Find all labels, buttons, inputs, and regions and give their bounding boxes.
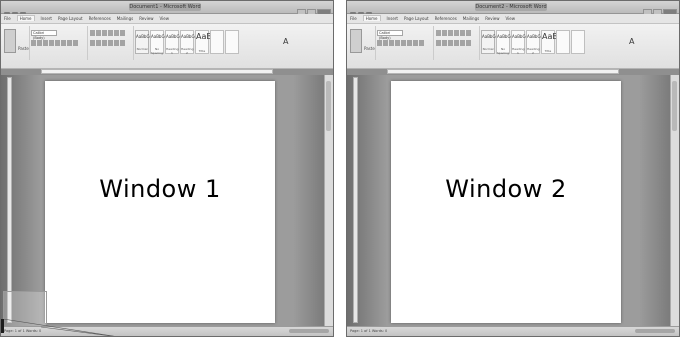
- word-window-2[interactable]: Document2 - Microsoft Word File Home Inser…: [346, 0, 680, 337]
- paste-label: Paste: [18, 46, 29, 51]
- tab-references[interactable]: References: [435, 16, 457, 21]
- window-label: Window 2: [445, 175, 567, 203]
- style-normal[interactable]: AaBbCcDc Normal: [135, 30, 157, 54]
- change-styles-button[interactable]: A: [629, 29, 639, 55]
- word-window-1[interactable]: Document1 - Microsoft Word File Home Inser…: [0, 0, 334, 337]
- style-no-spacing[interactable]: AaBbCcDc No Spacing: [150, 30, 172, 55]
- window-controls: [296, 2, 331, 17]
- tab-view[interactable]: View: [505, 16, 515, 21]
- title-bar[interactable]: Document2 - Microsoft Word: [347, 1, 679, 18]
- font-format-buttons[interactable]: [377, 40, 424, 47]
- ribbon: Paste Calibri (Body) AaBbCcDc Normal AaBb…: [347, 24, 679, 69]
- style-heading-2[interactable]: AaBbCc Heading 2: [180, 30, 196, 55]
- tab-file[interactable]: File: [4, 16, 11, 21]
- tab-references[interactable]: References: [89, 16, 111, 21]
- callout-pointer: [1, 319, 115, 336]
- style-heading-2[interactable]: AaBbCc Heading 2: [526, 30, 542, 55]
- paragraph-group: [87, 26, 134, 60]
- paste-label: Paste: [364, 46, 375, 51]
- paragraph-group: [433, 26, 480, 60]
- window-label: Window 1: [99, 175, 221, 203]
- status-bar: Page: 1 of 1 Words: 0: [347, 326, 679, 336]
- paste-button[interactable]: [4, 29, 16, 53]
- list-buttons[interactable]: [90, 30, 125, 37]
- ribbon-tabs: File Home Insert Page Layout References Maili…: [1, 14, 333, 24]
- status-text: Page: 1 of 1 Words: 0: [350, 329, 388, 333]
- ribbon: Paste Calibri (Body) AaBbCcDc Normal AaBb…: [1, 24, 333, 69]
- window-controls: [642, 2, 677, 17]
- tab-view[interactable]: View: [159, 16, 169, 21]
- ribbon-tabs: File Home Insert Page Layout References Maili…: [347, 14, 679, 24]
- document-area: Window 1: [1, 75, 333, 327]
- document-area: Window 2: [347, 75, 679, 327]
- change-styles-button[interactable]: A: [283, 29, 293, 55]
- vertical-scrollbar[interactable]: [670, 75, 679, 327]
- window-title: Document1 - Microsoft Word: [129, 3, 201, 11]
- styles-group: AaBbCcDc Normal AaBbCcDc No Spacing AaBbCc…: [479, 26, 655, 60]
- horizontal-ruler[interactable]: [41, 69, 273, 74]
- vertical-ruler[interactable]: [353, 77, 358, 323]
- quick-access-toolbar[interactable]: [4, 3, 44, 18]
- tab-page-layout[interactable]: Page Layout: [58, 16, 83, 21]
- tab-insert[interactable]: Insert: [387, 16, 398, 21]
- tab-mailings[interactable]: Mailings: [117, 16, 133, 21]
- style-more-2[interactable]: [571, 30, 585, 54]
- align-buttons[interactable]: [436, 40, 471, 47]
- zoom-slider[interactable]: [289, 329, 329, 333]
- clipboard-group: Paste: [347, 26, 376, 60]
- style-heading-1[interactable]: AaBbCc Heading 1: [165, 30, 181, 55]
- tab-review[interactable]: Review: [485, 16, 499, 21]
- tab-page-layout[interactable]: Page Layout: [404, 16, 429, 21]
- document-page[interactable]: Window 1: [45, 81, 275, 323]
- font-group: Calibri (Body): [375, 26, 434, 60]
- scrollbar-thumb[interactable]: [672, 81, 677, 131]
- tab-review[interactable]: Review: [139, 16, 153, 21]
- title-bar[interactable]: Document1 - Microsoft Word: [1, 1, 333, 18]
- style-heading-1[interactable]: AaBbCc Heading 1: [511, 30, 527, 55]
- list-buttons[interactable]: [436, 30, 471, 37]
- tab-mailings[interactable]: Mailings: [463, 16, 479, 21]
- zoom-slider[interactable]: [635, 329, 675, 333]
- font-format-buttons[interactable]: [31, 40, 78, 47]
- quick-access-toolbar[interactable]: [350, 3, 390, 18]
- style-title[interactable]: AaB Title: [541, 30, 558, 54]
- paste-button[interactable]: [350, 29, 362, 53]
- style-more-1[interactable]: [556, 30, 570, 54]
- tab-home[interactable]: Home: [362, 15, 381, 21]
- tab-file[interactable]: File: [350, 16, 357, 21]
- style-normal[interactable]: AaBbCcDc Normal: [481, 30, 503, 54]
- vertical-ruler[interactable]: [7, 77, 12, 323]
- window-title: Document2 - Microsoft Word: [475, 3, 547, 11]
- align-buttons[interactable]: [90, 40, 125, 47]
- horizontal-ruler[interactable]: [387, 69, 619, 74]
- style-no-spacing[interactable]: AaBbCcDc No Spacing: [496, 30, 518, 55]
- vertical-scrollbar[interactable]: [324, 75, 333, 327]
- style-title[interactable]: AaB Title: [195, 30, 212, 54]
- scrollbar-thumb[interactable]: [326, 81, 331, 131]
- tab-home[interactable]: Home: [16, 15, 35, 21]
- styles-group: AaBbCcDc Normal AaBbCcDc No Spacing AaBbCc…: [133, 26, 309, 60]
- tab-insert[interactable]: Insert: [41, 16, 52, 21]
- font-name-field[interactable]: Calibri (Body): [377, 30, 403, 40]
- style-more-1[interactable]: [210, 30, 224, 54]
- font-group: Calibri (Body): [29, 26, 88, 60]
- clipboard-group: Paste: [1, 26, 30, 60]
- document-page[interactable]: Window 2: [391, 81, 621, 323]
- font-name-field[interactable]: Calibri (Body): [31, 30, 57, 40]
- style-more-2[interactable]: [225, 30, 239, 54]
